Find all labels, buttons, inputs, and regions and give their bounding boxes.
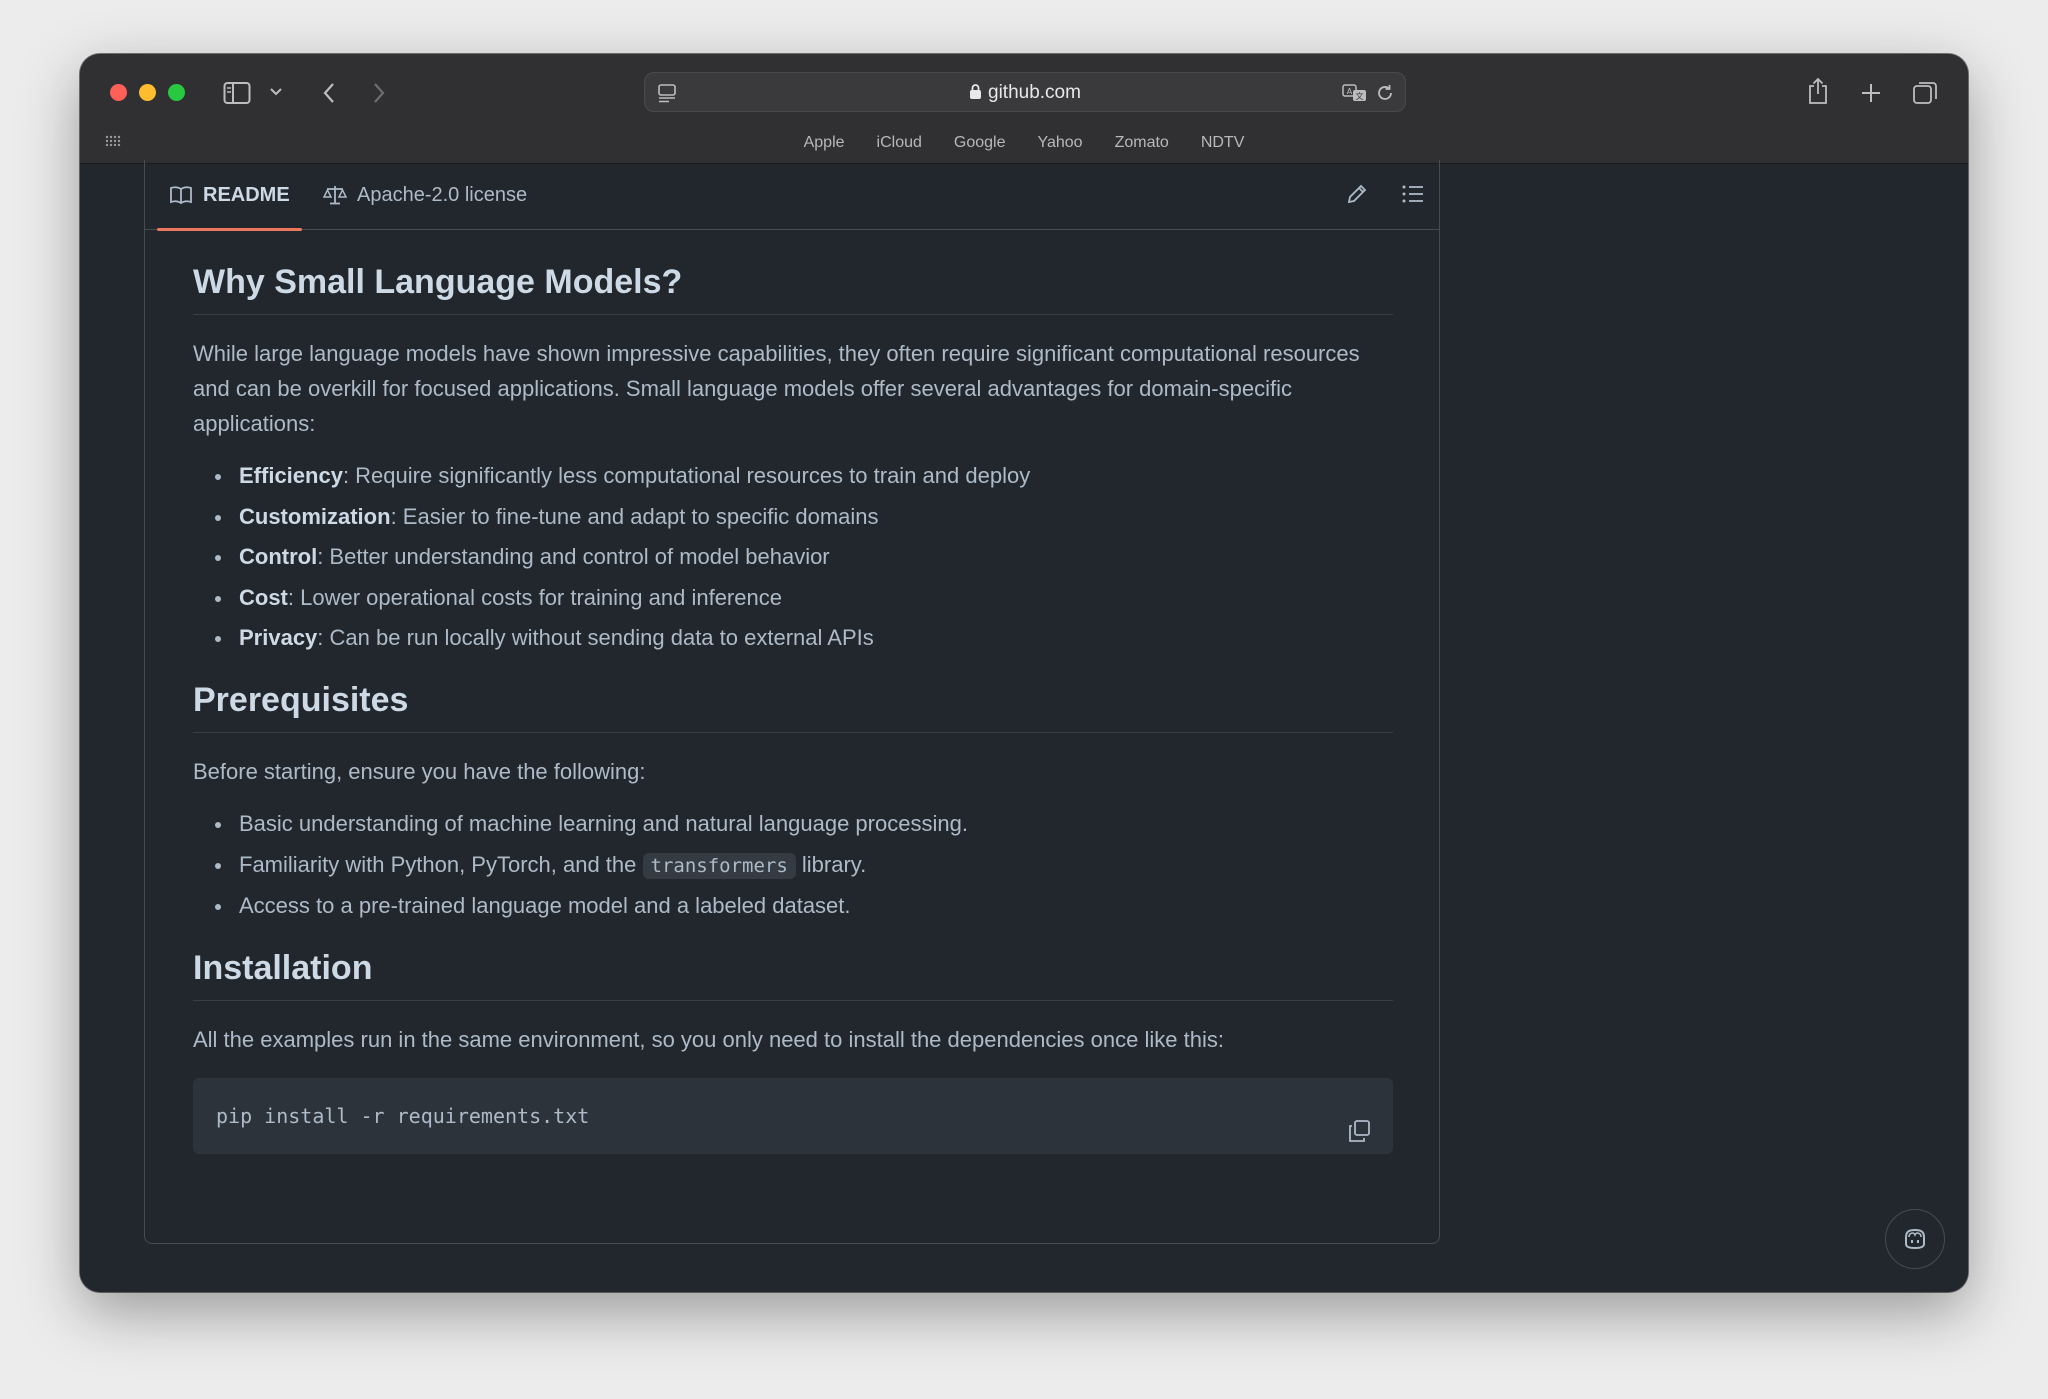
advantages-list: Efficiency: Require significantly less c…	[193, 461, 1393, 653]
list-item-text: : Better understanding and control of mo…	[317, 544, 830, 569]
reload-icon[interactable]	[1373, 81, 1397, 105]
list-item-text: library.	[795, 851, 867, 877]
list-item-text: Familiarity with Python, PyTorch, and th…	[239, 851, 643, 877]
zoom-window-button[interactable]	[168, 84, 185, 101]
pencil-icon[interactable]	[1345, 182, 1369, 211]
list-item: Basic understanding of machine learning …	[193, 809, 1393, 839]
address-bar[interactable]: github.com A文	[644, 72, 1406, 112]
list-item-text: : Lower operational costs for training a…	[287, 584, 782, 610]
code-command: pip install -r requirements.txt	[216, 1104, 590, 1128]
heading-prerequisites: Prerequisites	[193, 681, 1393, 733]
svg-text:A: A	[1347, 87, 1353, 96]
tab-readme[interactable]: README	[157, 160, 302, 231]
heading-installation: Installation	[193, 949, 1393, 1001]
browser-toolbar: github.com A文 Apple iCloud Google Yahoo	[80, 54, 1968, 164]
list-item-term: Control	[239, 544, 318, 569]
page-content: README Apache-2.0 license Why Small Lang…	[80, 160, 1968, 1292]
browser-window: github.com A文 Apple iCloud Google Yahoo	[80, 54, 1968, 1292]
copilot-icon[interactable]	[1885, 1209, 1945, 1269]
list-icon[interactable]	[1401, 182, 1425, 211]
lock-icon	[969, 75, 982, 115]
tab-overview-icon[interactable]	[1910, 78, 1940, 108]
list-item-text: : Require significantly less computation…	[342, 463, 1031, 488]
copy-icon[interactable]	[1347, 1098, 1371, 1174]
close-window-button[interactable]	[110, 84, 127, 101]
share-icon[interactable]	[1802, 74, 1834, 108]
favorite-google[interactable]: Google	[938, 130, 1022, 156]
code-block: pip install -r requirements.txt	[193, 1078, 1393, 1154]
inline-code: transformers	[642, 852, 796, 879]
list-item: Cost: Lower operational costs for traini…	[193, 583, 1393, 613]
list-item: Customization: Easier to fine-tune and a…	[193, 502, 1393, 532]
minimize-window-button[interactable]	[139, 84, 156, 101]
favorite-yahoo[interactable]: Yahoo	[1021, 130, 1098, 156]
why-intro: While large language models have shown i…	[193, 341, 1360, 436]
install-intro: All the examples run in the same environ…	[193, 1027, 1224, 1052]
url-label: github.com	[988, 82, 1081, 103]
list-item: Familiarity with Python, PyTorch, and th…	[193, 850, 1393, 881]
tab-readme-label: README	[203, 183, 290, 206]
svg-text:文: 文	[1356, 91, 1364, 101]
chevron-down-icon[interactable]	[268, 84, 284, 100]
readme-article: Why Small Language Models? While large l…	[193, 230, 1393, 1154]
list-item: Efficiency: Require significantly less c…	[193, 461, 1393, 491]
sidebar-icon[interactable]	[222, 78, 252, 108]
plus-icon[interactable]	[1856, 78, 1886, 108]
list-item-text: : Can be run locally without sending dat…	[317, 625, 874, 650]
chevron-left-icon[interactable]	[314, 78, 344, 108]
favorite-apple[interactable]: Apple	[788, 130, 861, 156]
list-item-text: : Easier to fine-tune and adapt to speci…	[390, 503, 879, 529]
tab-license-label: Apache-2.0 license	[357, 183, 528, 206]
law-icon	[323, 186, 347, 205]
heading-why: Why Small Language Models?	[193, 263, 1393, 315]
list-item: Privacy: Can be run locally without send…	[193, 623, 1393, 653]
list-item: Control: Better understanding and contro…	[193, 542, 1393, 572]
list-item-term: Cost	[239, 584, 288, 610]
tab-license[interactable]: Apache-2.0 license	[323, 160, 527, 230]
readme-tabs: README Apache-2.0 license	[145, 160, 1439, 231]
prereq-intro: Before starting, ensure you have the fol…	[193, 759, 646, 784]
favorites-bar: Apple iCloud Google Yahoo Zomato NDTV	[80, 130, 1968, 156]
favorite-icloud[interactable]: iCloud	[861, 130, 938, 156]
favorite-zomato[interactable]: Zomato	[1099, 130, 1185, 156]
readme-box: README Apache-2.0 license Why Small Lang…	[144, 160, 1440, 1244]
address-text: github.com	[645, 73, 1405, 113]
favorite-ndtv[interactable]: NDTV	[1185, 130, 1261, 156]
prereq-list: Basic understanding of machine learning …	[193, 809, 1393, 921]
list-item-term: Efficiency	[239, 463, 343, 488]
book-icon	[170, 186, 192, 205]
translate-icon[interactable]: A文	[1341, 81, 1369, 105]
list-item-term: Privacy	[239, 625, 318, 650]
list-item: Access to a pre-trained language model a…	[193, 891, 1393, 921]
list-item-term: Customization	[239, 503, 391, 529]
chevron-right-icon[interactable]	[364, 78, 394, 108]
